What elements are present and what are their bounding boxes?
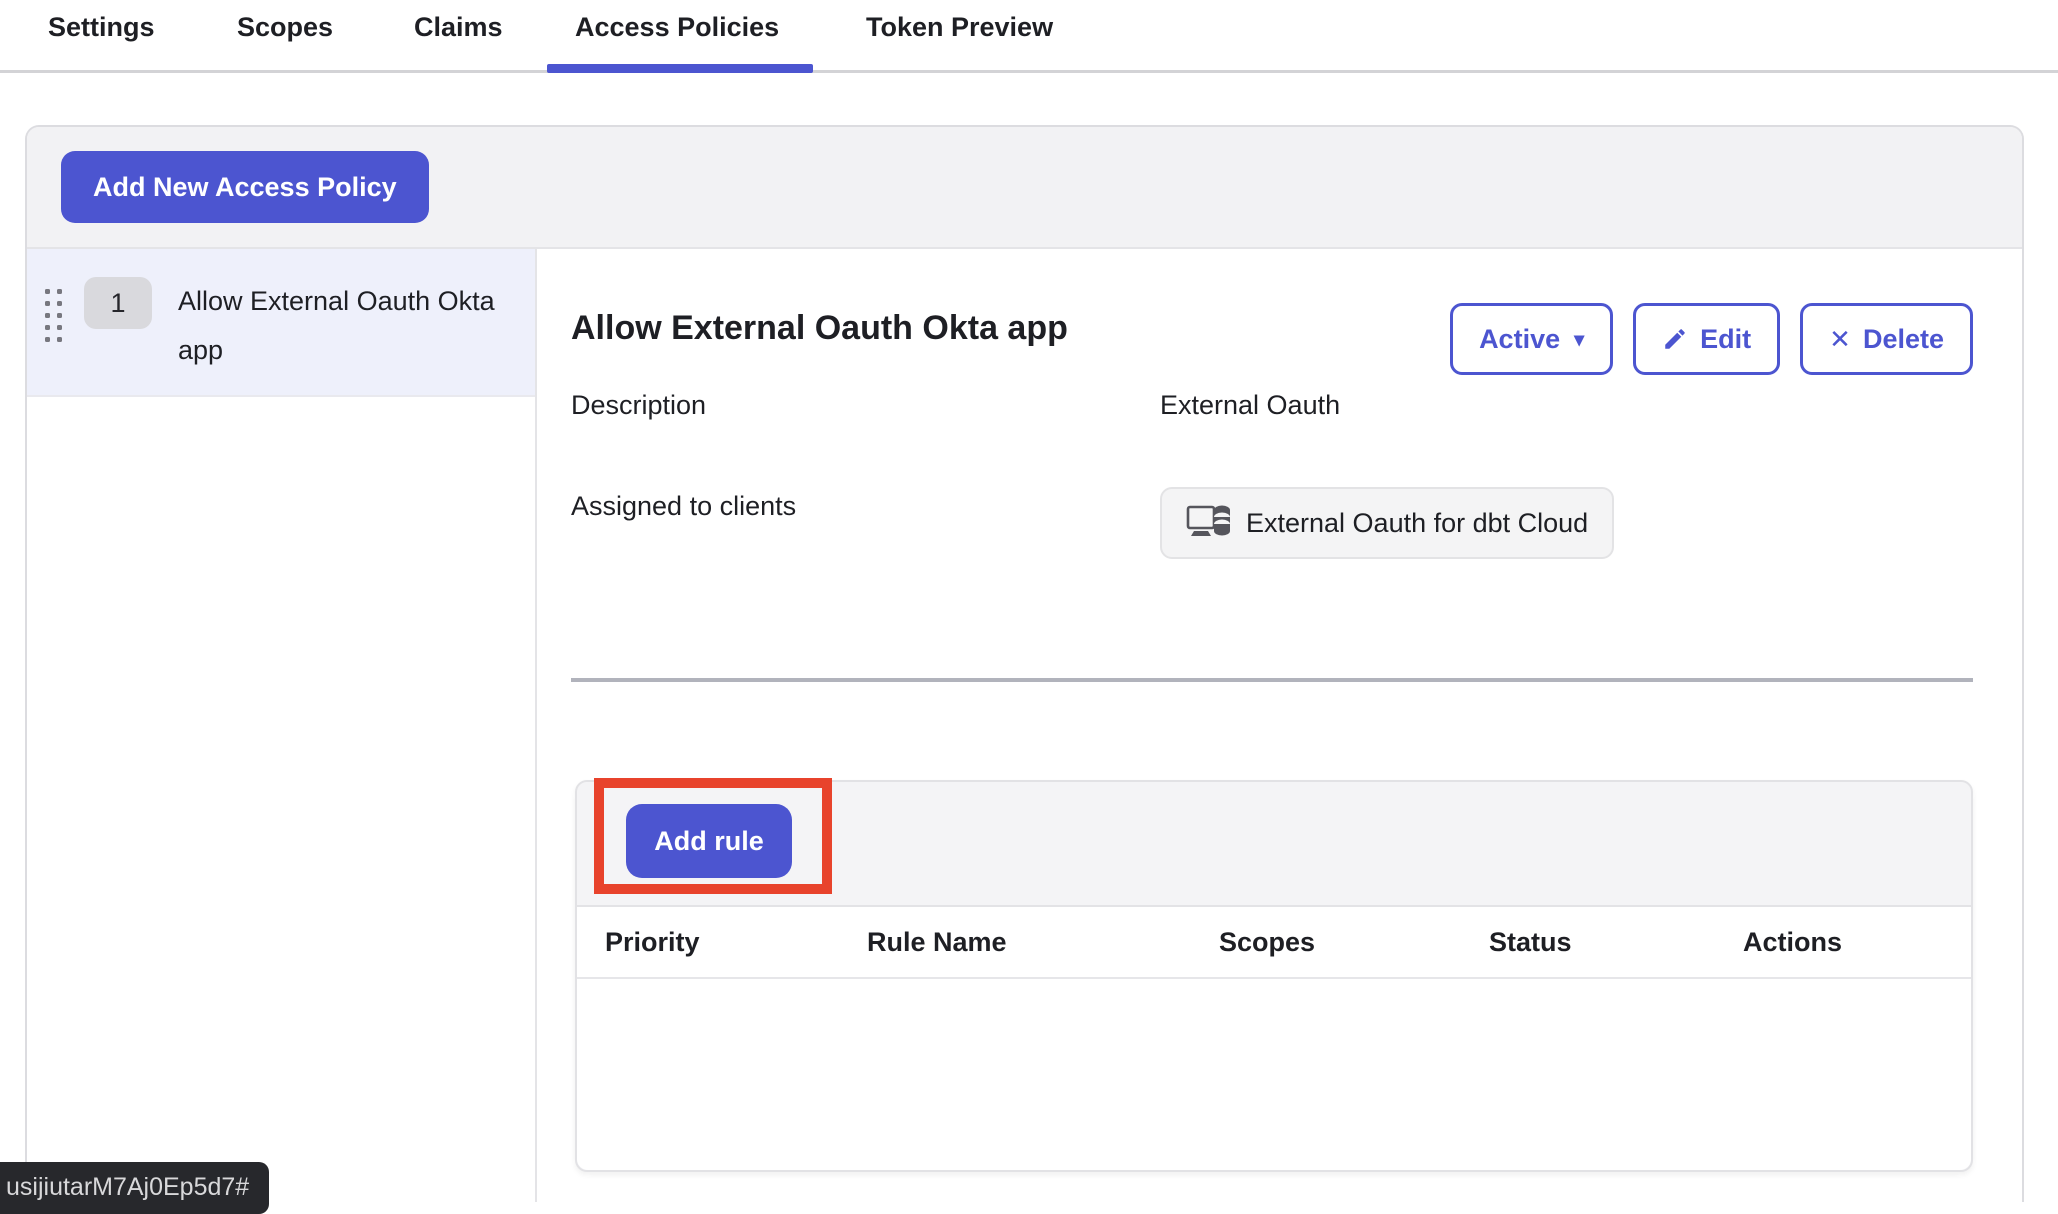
tab-settings[interactable]: Settings [48,12,155,43]
column-header-rule-name: Rule Name [867,927,1219,958]
status-label: Active [1479,324,1560,355]
delete-label: Delete [1863,324,1944,355]
description-value: External Oauth [1160,390,1340,421]
status-dropdown-button[interactable]: Active ▾ [1450,303,1613,375]
policy-list-item[interactable]: 1 Allow External Oauth Okta app [27,249,535,397]
detail-header-row: Allow External Oauth Okta app Active ▾ E… [571,303,1973,375]
policy-action-buttons: Active ▾ Edit ✕ Delete [1450,303,1973,375]
tab-scopes[interactable]: Scopes [237,12,333,43]
url-preview-tooltip: usijiutarM7Aj0Ep5d7# [0,1162,269,1214]
edit-label: Edit [1700,324,1751,355]
policy-list: 1 Allow External Oauth Okta app [27,249,537,1202]
tab-token-preview[interactable]: Token Preview [866,12,1053,43]
client-chip-label: External Oauth for dbt Cloud [1246,508,1588,539]
policy-detail-pane: Allow External Oauth Okta app Active ▾ E… [537,249,2022,1202]
drag-handle-icon[interactable] [45,289,62,342]
rules-table-empty-body [577,979,1971,1202]
add-new-access-policy-button[interactable]: Add New Access Policy [61,151,429,223]
description-label: Description [571,390,706,421]
policy-title: Allow External Oauth Okta app [571,309,1068,348]
rules-table: Priority Rule Name Scopes Status Actions [577,905,1971,1170]
panel-header: Add New Access Policy [27,127,2022,249]
column-header-priority: Priority [605,927,867,958]
panel-body: 1 Allow External Oauth Okta app Allow Ex… [27,249,2022,1202]
rules-table-header: Priority Rule Name Scopes Status Actions [577,907,1971,979]
active-tab-underline [547,64,813,73]
close-icon: ✕ [1829,324,1851,355]
add-rule-button[interactable]: Add rule [626,804,792,878]
section-divider [571,678,1973,682]
policy-name-label: Allow External Oauth Okta app [178,277,508,375]
client-chip: External Oauth for dbt Cloud [1160,487,1614,559]
column-header-status: Status [1489,927,1743,958]
tab-bar: Settings Scopes Claims Access Policies T… [0,0,2058,74]
rules-panel: Add rule Priority Rule Name Scopes Statu… [575,780,1973,1172]
tab-claims[interactable]: Claims [414,12,503,43]
client-device-icon [1186,504,1232,542]
pencil-icon [1662,326,1688,352]
chevron-down-icon: ▾ [1574,327,1584,352]
policy-priority-badge: 1 [84,277,152,329]
column-header-scopes: Scopes [1219,927,1489,958]
assigned-to-clients-label: Assigned to clients [571,491,796,522]
tabbar-bottom-border [0,70,2058,73]
edit-button[interactable]: Edit [1633,303,1780,375]
access-policies-panel: Add New Access Policy 1 Allow External O… [25,125,2024,1202]
tab-access-policies[interactable]: Access Policies [575,12,779,43]
column-header-actions: Actions [1743,927,1971,958]
delete-button[interactable]: ✕ Delete [1800,303,1973,375]
